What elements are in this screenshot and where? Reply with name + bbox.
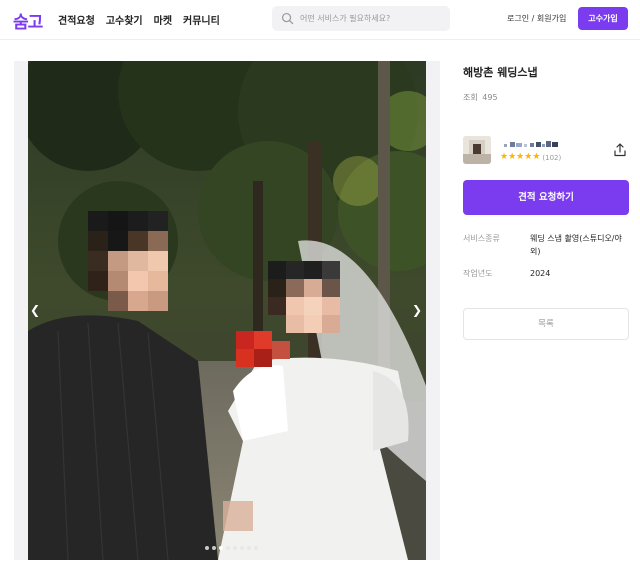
- gallery-dot[interactable]: [233, 546, 237, 550]
- nav-item-find-pro[interactable]: 고수찾기: [106, 12, 143, 27]
- gallery-dot[interactable]: [205, 546, 209, 550]
- gallery-dot[interactable]: [219, 546, 223, 550]
- nav-item-market[interactable]: 마켓: [154, 12, 172, 27]
- search-bar[interactable]: [272, 6, 450, 31]
- gallery-pagination-dots: [205, 546, 258, 550]
- work-year-label: 작업년도: [463, 269, 493, 278]
- wedding-photo-image: [28, 61, 426, 560]
- gallery-dot[interactable]: [212, 546, 216, 550]
- gallery-dot[interactable]: [226, 546, 230, 550]
- gallery-dot[interactable]: [254, 546, 258, 550]
- share-icon[interactable]: [613, 143, 627, 157]
- pro-avatar[interactable]: [463, 136, 491, 164]
- review-count: (102): [542, 153, 562, 162]
- nav-item-quote-request[interactable]: 견적요청: [58, 12, 95, 27]
- star-icon: ★: [500, 152, 509, 162]
- chevron-right-icon[interactable]: ❯: [406, 295, 428, 325]
- back-to-list-button[interactable]: 목록: [463, 308, 629, 340]
- pro-name-blurred[interactable]: [500, 140, 570, 149]
- view-count: 조회 495: [463, 92, 500, 103]
- chevron-left-icon[interactable]: ❮: [24, 295, 46, 325]
- nav-item-community[interactable]: 커뮤니티: [183, 12, 220, 27]
- service-type-label: 서비스종류: [463, 234, 500, 243]
- top-navigation-bar: 숨고 견적요청 고수찾기 마켓 커뮤니티 로그인 / 회원가입 고수가입: [0, 0, 640, 40]
- request-quote-button[interactable]: 견적 요청하기: [463, 180, 629, 215]
- service-type-value: 웨딩 스냅 촬영(스튜디오/야외): [530, 234, 622, 256]
- view-count-label: 조회: [463, 93, 478, 102]
- work-year-value: 2024: [530, 269, 551, 278]
- soomgo-logo[interactable]: 숨고: [13, 8, 43, 33]
- gallery-dot[interactable]: [247, 546, 251, 550]
- portfolio-gallery: ❮ ❯: [14, 61, 440, 560]
- pro-rating: ★ ★ ★ ★ ★ (102): [500, 153, 561, 162]
- pro-join-button[interactable]: 고수가입: [578, 7, 628, 30]
- portfolio-photo: [28, 61, 426, 560]
- main-nav: 견적요청 고수찾기 마켓 커뮤니티: [58, 12, 231, 27]
- star-icon: ★: [508, 152, 517, 162]
- star-icon: ★: [524, 152, 533, 162]
- search-icon: [281, 12, 294, 25]
- portfolio-title: 해방촌 웨딩스냅: [463, 66, 538, 79]
- login-signup-link[interactable]: 로그인 / 회원가입: [507, 13, 566, 24]
- gallery-dot[interactable]: [240, 546, 244, 550]
- star-icon: ★: [532, 152, 541, 162]
- search-input[interactable]: [300, 6, 445, 31]
- view-count-value: 495: [482, 93, 498, 102]
- star-icon: ★: [516, 152, 525, 162]
